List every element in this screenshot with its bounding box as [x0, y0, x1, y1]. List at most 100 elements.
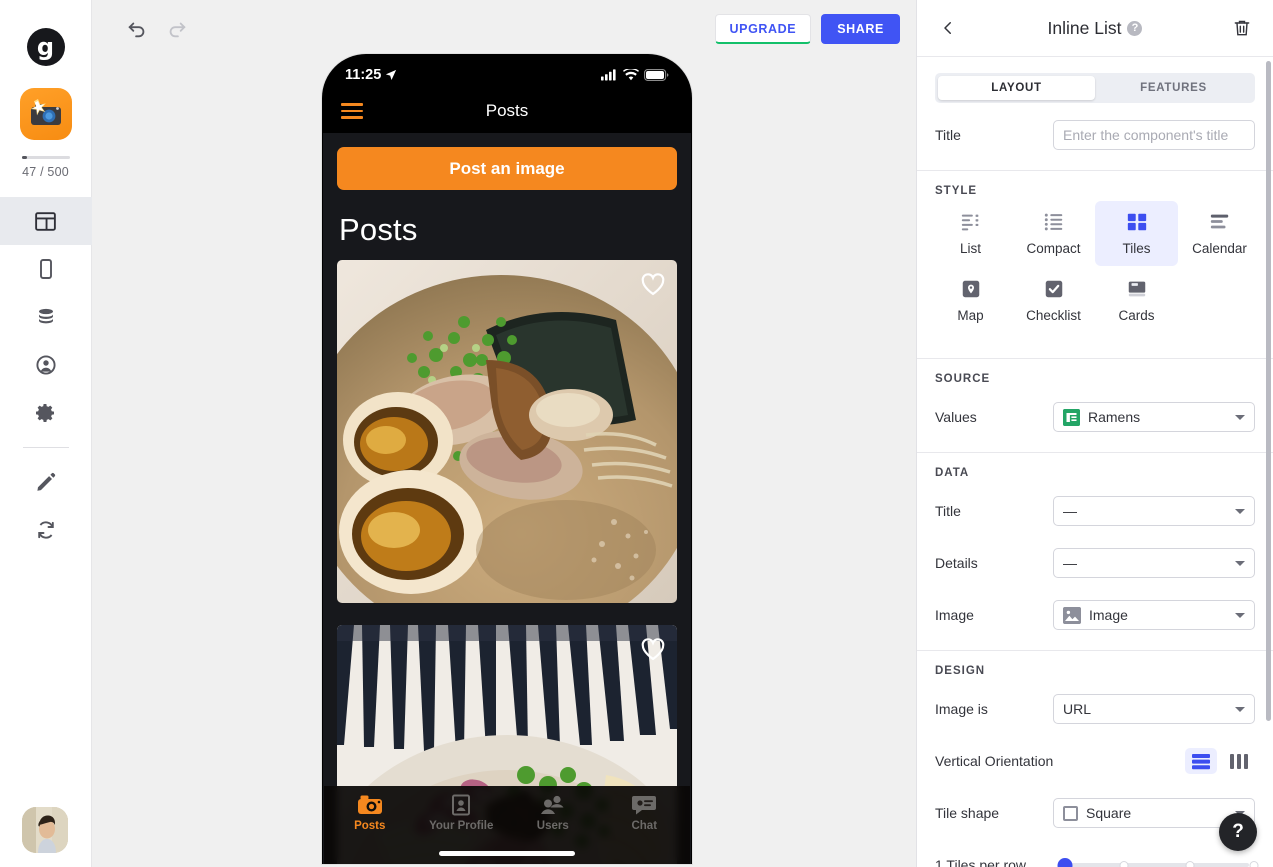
data-image-select[interactable]: Image: [1053, 600, 1255, 630]
chevron-down-icon: [1235, 508, 1245, 514]
users-icon: [540, 795, 564, 814]
sidebar-item-users[interactable]: [0, 341, 92, 389]
cellular-icon: [601, 69, 616, 81]
app-root: g 47 / 500 UPGRADE SHARE 11:25 Posts Pos…: [0, 0, 1273, 867]
slider-step-2[interactable]: [1119, 860, 1129, 867]
status-indicators: [601, 69, 669, 81]
phone-tabbar: Posts Your Profile Users Chat: [324, 786, 690, 864]
data-details-select[interactable]: —: [1053, 548, 1255, 578]
panel-body: LAYOUT FEATURES Title Enter the componen…: [917, 57, 1273, 867]
data-image-label: Image: [935, 607, 974, 623]
style-option-map[interactable]: Map: [929, 268, 1012, 333]
slider-track: [1065, 863, 1249, 867]
data-title-label: Title: [935, 503, 961, 519]
chat-icon: [632, 796, 657, 815]
style-option-label: Checklist: [1026, 308, 1081, 323]
panel-scrollbar[interactable]: [1266, 61, 1271, 721]
orientation-label: Vertical Orientation: [935, 753, 1054, 769]
slider-step-3[interactable]: [1185, 860, 1195, 867]
orientation-horizontal-button[interactable]: [1185, 748, 1217, 774]
data-title-row: Title —: [917, 491, 1273, 531]
tab-posts[interactable]: Posts: [324, 794, 416, 832]
share-button[interactable]: SHARE: [821, 14, 900, 44]
heart-icon[interactable]: [640, 637, 666, 661]
sidebar-item-data[interactable]: [0, 293, 92, 341]
wifi-icon: [623, 69, 639, 81]
values-select[interactable]: Ramens: [1053, 402, 1255, 432]
slider-step-4[interactable]: [1249, 860, 1259, 867]
values-select-value: Ramens: [1088, 409, 1141, 425]
chevron-left-icon: [944, 22, 951, 34]
question-circle-icon[interactable]: ?: [1127, 20, 1143, 36]
heart-icon[interactable]: [640, 272, 666, 296]
toolbar-actions: UPGRADE SHARE: [714, 14, 900, 44]
style-option-label: Compact: [1026, 241, 1081, 256]
inspector-panel: Inline List ? LAYOUT FEATURES Title Ente…: [916, 0, 1273, 867]
tab-label: Posts: [354, 820, 386, 832]
title-input[interactable]: Enter the component's title: [1053, 120, 1255, 150]
upgrade-button[interactable]: UPGRADE: [714, 14, 812, 44]
profile-card-icon: [452, 794, 471, 816]
camera-app-glyph: [30, 99, 61, 125]
phone-status-bar: 11:25: [323, 55, 691, 89]
tab-features[interactable]: FEATURES: [1095, 76, 1252, 100]
design-section-heading: DESIGN: [935, 665, 986, 677]
brand-logo[interactable]: g: [26, 28, 65, 66]
list-style-icon: [961, 214, 978, 231]
data-details-value: —: [1063, 555, 1077, 571]
rail-nav: [0, 197, 92, 554]
orientation-vertical-button[interactable]: [1223, 748, 1255, 774]
style-option-list[interactable]: List: [929, 201, 1012, 266]
data-image-value: Image: [1089, 607, 1128, 623]
style-option-label: Tiles: [1122, 241, 1151, 256]
editor-canvas: UPGRADE SHARE 11:25 Posts Post an image …: [92, 0, 916, 867]
tab-layout[interactable]: LAYOUT: [938, 76, 1095, 100]
location-arrow-icon: [386, 69, 397, 80]
style-option-compact[interactable]: Compact: [1012, 201, 1095, 266]
hamburger-menu-icon[interactable]: [341, 103, 363, 119]
sidebar-item-refresh[interactable]: [0, 506, 92, 554]
tab-label: Chat: [631, 820, 658, 832]
redo-button[interactable]: [164, 16, 190, 42]
post-tile-ramen-1[interactable]: [337, 260, 677, 603]
post-an-image-button[interactable]: Post an image: [337, 147, 677, 190]
style-option-cards[interactable]: Cards: [1095, 268, 1178, 333]
camera-app-icon[interactable]: [19, 88, 72, 140]
style-option-calendar[interactable]: Calendar: [1178, 201, 1261, 266]
tab-users[interactable]: Users: [507, 794, 599, 832]
checklist-style-icon: [1045, 280, 1062, 298]
values-row: Values Ramens: [917, 397, 1273, 437]
user-avatar[interactable]: [22, 807, 68, 853]
title-row: Title Enter the component's title: [917, 115, 1273, 155]
values-label: Values: [935, 409, 977, 425]
sidebar-item-settings[interactable]: [0, 389, 92, 437]
tab-your-profile[interactable]: Your Profile: [416, 794, 508, 832]
tiles-style-icon: [1127, 213, 1146, 231]
panel-back-button[interactable]: [935, 15, 961, 41]
ramen-photo-1: [337, 260, 677, 603]
phone-navbar-title: Posts: [485, 101, 529, 120]
slider-thumb[interactable]: [1057, 857, 1073, 867]
sidebar-item-style[interactable]: [0, 458, 92, 506]
sidebar-item-layout[interactable]: [0, 197, 92, 245]
delete-component-button[interactable]: [1229, 15, 1255, 41]
page-title: Inline List: [1047, 17, 1122, 38]
style-option-label: Calendar: [1192, 241, 1247, 256]
data-details-label: Details: [935, 555, 978, 571]
style-option-tiles[interactable]: Tiles: [1095, 201, 1178, 266]
tab-label: Your Profile: [429, 820, 494, 832]
tab-chat[interactable]: Chat: [599, 794, 691, 832]
image-is-select[interactable]: URL: [1053, 694, 1255, 724]
brand-letter: g: [36, 33, 55, 61]
sidebar-item-screens[interactable]: [0, 245, 92, 293]
image-is-label: Image is: [935, 701, 988, 717]
help-button[interactable]: ?: [1219, 813, 1257, 851]
phone-navbar: Posts: [323, 89, 691, 133]
tiles-per-row-slider[interactable]: [1057, 855, 1259, 867]
data-title-select[interactable]: —: [1053, 496, 1255, 526]
panel-tabs: LAYOUT FEATURES: [935, 73, 1255, 103]
google-sheets-icon: [1063, 408, 1080, 426]
image-is-value: URL: [1063, 701, 1092, 717]
style-option-checklist[interactable]: Checklist: [1012, 268, 1095, 333]
undo-button[interactable]: [124, 16, 150, 42]
